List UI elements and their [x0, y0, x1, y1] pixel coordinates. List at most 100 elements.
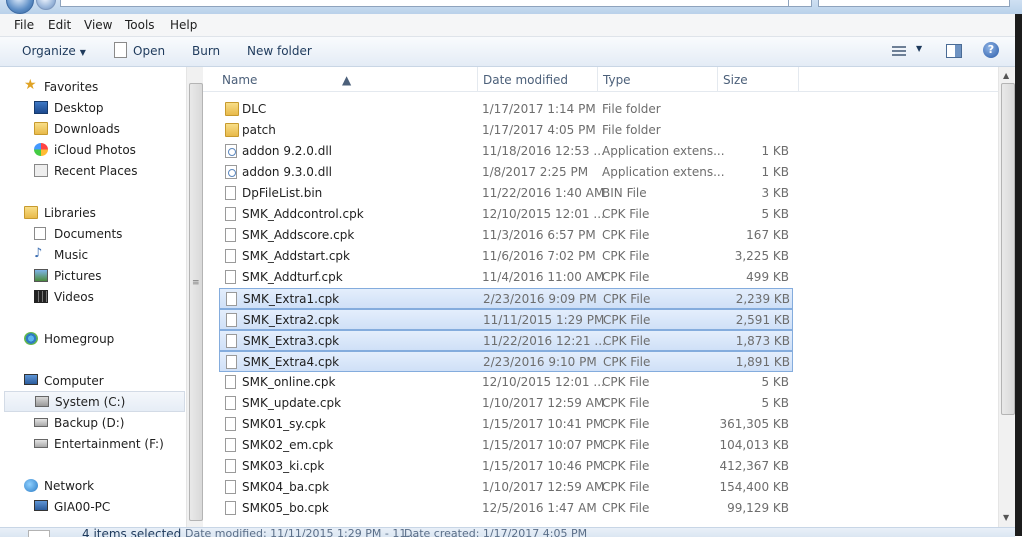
search-box[interactable] — [818, 0, 1010, 7]
nav-scrollbar-thumb[interactable] — [189, 83, 203, 521]
open-button[interactable]: Open — [133, 44, 165, 58]
videos-icon — [34, 290, 48, 303]
column-divider[interactable] — [477, 67, 478, 91]
file-row[interactable]: SMK04_ba.cpk 1/10/2017 12:59 AM CPK File 15… — [219, 477, 793, 498]
file-list: ▲ Name Date modified Type Size DLC 1/17/2… — [203, 67, 998, 527]
file-row[interactable]: addon 9.2.0.dll 11/18/2016 12:53 ... Appli… — [219, 141, 793, 162]
file-type: CPK File — [602, 417, 650, 431]
menu-edit[interactable]: Edit — [48, 18, 71, 32]
nav-desktop[interactable]: Desktop — [34, 98, 186, 118]
file-icon — [114, 42, 127, 58]
nav-scrollbar[interactable]: ≡ — [186, 67, 204, 527]
menu-file[interactable]: File — [14, 18, 34, 32]
nav-network[interactable]: Network — [24, 476, 186, 496]
file-name: SMK_Extra4.cpk — [243, 355, 340, 369]
nav-label: Downloads — [54, 122, 120, 136]
file-name: SMK05_bo.cpk — [242, 501, 329, 515]
nav-videos[interactable]: Videos — [34, 287, 186, 307]
nav-gia00-pc[interactable]: GIA00-PC — [34, 497, 186, 517]
menu-help[interactable]: Help — [170, 18, 197, 32]
nav-recent-places[interactable]: Recent Places — [34, 161, 186, 181]
nav-label: Homegroup — [44, 332, 115, 346]
file-name: SMK_Extra1.cpk — [243, 292, 340, 306]
file-type: File folder — [602, 102, 661, 116]
forward-button[interactable] — [36, 0, 56, 10]
pictures-icon — [34, 269, 48, 282]
file-date-modified: 11/11/2015 1:29 PM — [483, 313, 605, 327]
file-row[interactable]: SMK05_bo.cpk 12/5/2016 1:47 AM CPK File 99,… — [219, 498, 793, 519]
file-size: 1,891 KB — [735, 355, 790, 369]
file-list-scrollbar-thumb[interactable] — [1001, 83, 1015, 415]
file-size: 5 KB — [761, 375, 789, 389]
column-date-modified[interactable]: Date modified — [483, 73, 568, 87]
view-details-icon[interactable] — [892, 46, 906, 56]
file-row[interactable]: SMK01_sy.cpk 1/15/2017 10:41 PM CPK File 36… — [219, 414, 793, 435]
nav-computer[interactable]: Computer — [24, 371, 186, 391]
file-row[interactable]: SMK02_em.cpk 1/15/2017 10:07 PM CPK File 10… — [219, 435, 793, 456]
nav-favorites[interactable]: ★ Favorites — [24, 77, 186, 97]
nav-entertainment-drive[interactable]: Entertainment (F:) — [34, 434, 186, 454]
menu-tools[interactable]: Tools — [125, 18, 155, 32]
dll-file-icon — [225, 144, 237, 158]
file-row[interactable]: SMK_Extra3.cpk 11/22/2016 12:21 ... CPK Fi… — [219, 330, 793, 351]
menu-view[interactable]: View — [84, 18, 112, 32]
file-row[interactable]: SMK_Addcontrol.cpk 12/10/2015 12:01 ... CP… — [219, 204, 793, 225]
file-icon — [226, 292, 237, 306]
nav-music[interactable]: ♪ Music — [34, 245, 186, 265]
address-dropdown-button[interactable] — [788, 0, 811, 6]
file-size: 2,591 KB — [735, 313, 790, 327]
chevron-down-icon[interactable]: ▼ — [916, 44, 922, 53]
file-row[interactable]: DpFileList.bin 11/22/2016 1:40 AM BIN File… — [219, 183, 793, 204]
file-row[interactable]: SMK_Addscore.cpk 11/3/2016 6:57 PM CPK Fil… — [219, 225, 793, 246]
column-name[interactable]: Name — [222, 73, 257, 87]
file-type: CPK File — [602, 207, 650, 221]
help-icon[interactable]: ? — [983, 42, 999, 58]
file-date-modified: 12/5/2016 1:47 AM — [482, 501, 597, 515]
file-row[interactable]: SMK_Addstart.cpk 11/6/2016 7:02 PM CPK Fil… — [219, 246, 793, 267]
nav-icloud-photos[interactable]: iCloud Photos — [34, 140, 186, 160]
file-row[interactable]: SMK_Extra4.cpk 2/23/2016 9:10 PM CPK File 1… — [219, 351, 793, 372]
file-row[interactable]: SMK_Addturf.cpk 11/4/2016 11:00 AM CPK Fil… — [219, 267, 793, 288]
nav-documents[interactable]: Documents — [34, 224, 186, 244]
organize-button[interactable]: Organize ▼ — [22, 44, 86, 58]
file-list-scrollbar[interactable]: ▲ ▼ — [998, 67, 1016, 527]
burn-button[interactable]: Burn — [192, 44, 220, 58]
address-bar[interactable] — [60, 0, 812, 7]
preview-pane-icon[interactable] — [946, 44, 962, 58]
column-type[interactable]: Type — [603, 73, 631, 87]
nav-pictures[interactable]: Pictures — [34, 266, 186, 286]
file-name: patch — [242, 123, 276, 137]
nav-system-drive[interactable]: System (C:) — [4, 391, 185, 412]
scroll-up-icon[interactable]: ▲ — [1003, 71, 1009, 80]
nav-homegroup[interactable]: Homegroup — [24, 329, 186, 349]
file-row[interactable]: SMK_online.cpk 12/10/2015 12:01 ... CPK Fi… — [219, 372, 793, 393]
network-icon — [24, 479, 38, 492]
chevron-down-icon: ▼ — [79, 48, 86, 57]
file-row[interactable]: SMK_update.cpk 1/10/2017 12:59 AM CPK File… — [219, 393, 793, 414]
nav-label: Videos — [54, 290, 94, 304]
nav-downloads[interactable]: Downloads — [34, 119, 186, 139]
file-type: CPK File — [602, 249, 650, 263]
file-row[interactable]: SMK_Extra2.cpk 11/11/2015 1:29 PM CPK File… — [219, 309, 793, 330]
file-row[interactable]: SMK03_ki.cpk 1/15/2017 10:46 PM CPK File 41… — [219, 456, 793, 477]
file-row[interactable]: addon 9.3.0.dll 1/8/2017 2:25 PM Applicati… — [219, 162, 793, 183]
column-divider[interactable] — [717, 67, 718, 91]
back-button[interactable] — [6, 0, 34, 14]
column-divider[interactable] — [798, 67, 799, 91]
file-row[interactable]: patch 1/17/2017 4:05 PM File folder — [219, 120, 793, 141]
nav-libraries[interactable]: Libraries — [24, 203, 186, 223]
file-type: CPK File — [602, 480, 650, 494]
new-folder-button[interactable]: New folder — [247, 44, 312, 58]
nav-backup-drive[interactable]: Backup (D:) — [34, 413, 186, 433]
file-name: SMK_Extra3.cpk — [243, 334, 340, 348]
file-name: SMK01_sy.cpk — [242, 417, 326, 431]
file-row[interactable]: SMK_Extra1.cpk 2/23/2016 9:09 PM CPK File 2… — [219, 288, 793, 309]
file-icon — [225, 249, 236, 263]
column-size[interactable]: Size — [723, 73, 748, 87]
file-row[interactable]: DLC 1/17/2017 1:14 PM File folder — [219, 99, 793, 120]
file-name: SMK_Addscore.cpk — [242, 228, 355, 242]
column-divider[interactable] — [597, 67, 598, 91]
file-icon — [225, 459, 236, 473]
scroll-down-icon[interactable]: ▼ — [1003, 513, 1009, 522]
file-type: BIN File — [602, 186, 647, 200]
